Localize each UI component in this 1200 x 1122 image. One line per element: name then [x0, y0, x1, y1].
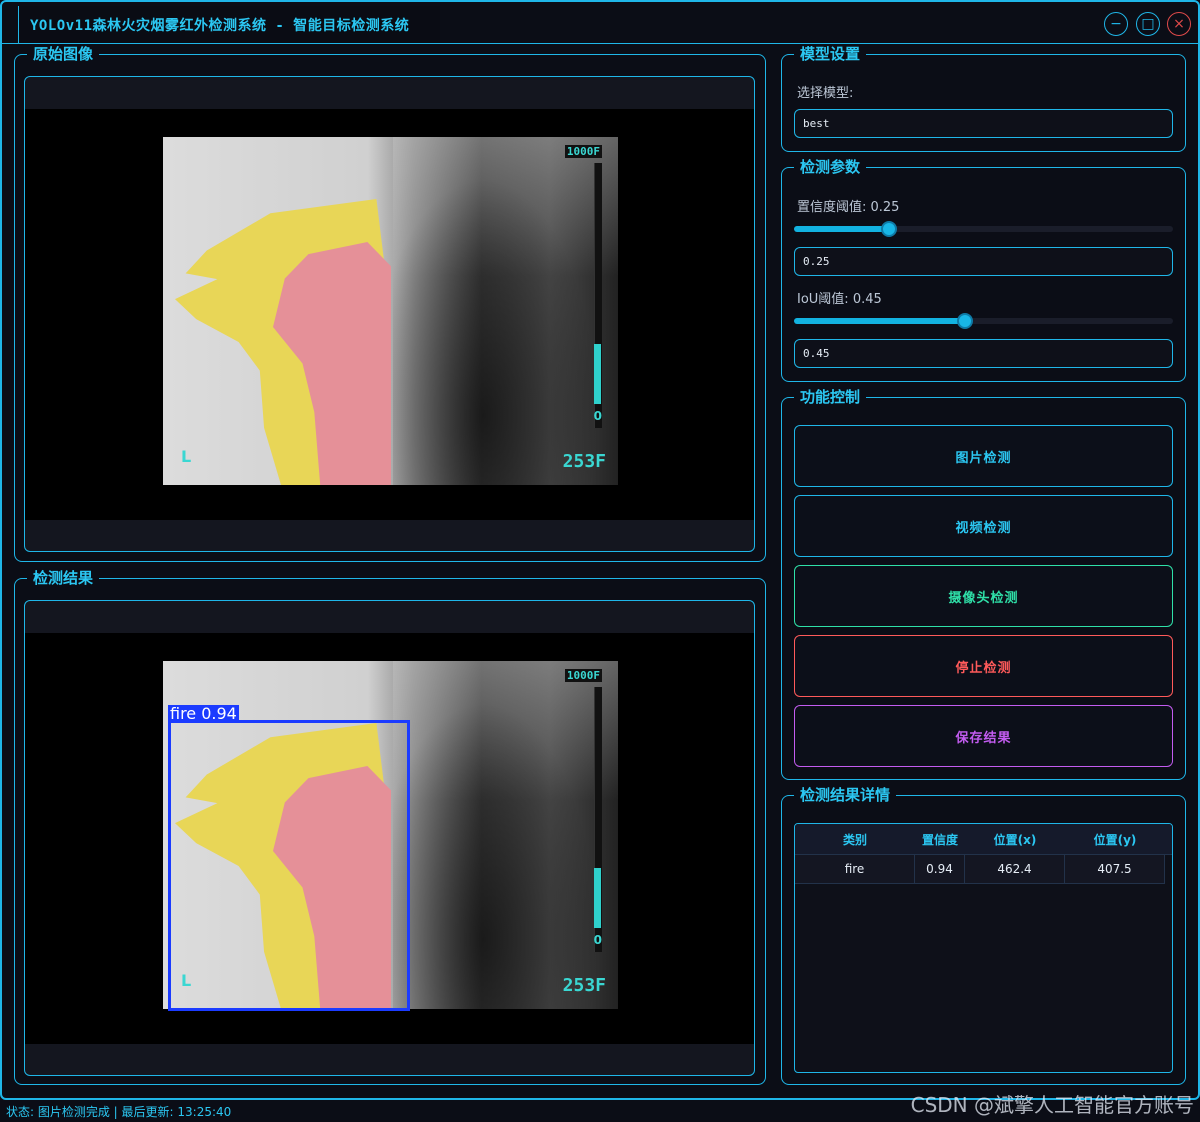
- image-detect-label: 图片检测: [955, 450, 1012, 466]
- video-detect-button[interactable]: 视频检测: [794, 495, 1173, 557]
- results-detail-title: 检测结果详情: [794, 786, 897, 804]
- model-settings-title: 模型设置: [794, 45, 867, 63]
- result-image-title: 检测结果: [27, 569, 100, 587]
- iou-slider[interactable]: [794, 313, 1173, 329]
- min-temp-label: 253F: [562, 975, 606, 996]
- corner-mark: L: [181, 447, 192, 466]
- smoke-region: [393, 137, 618, 485]
- detection-params-title: 检测参数: [794, 158, 867, 176]
- table-header: 类别 置信度 位置(x) 位置(y): [795, 824, 1172, 855]
- table-row[interactable]: fire 0.94 462.4 407.5: [795, 855, 1165, 884]
- temperature-scale-fill: [594, 344, 601, 404]
- iou-label: IoU阈值: 0.45: [797, 292, 882, 307]
- confidence-label: 置信度阈值: 0.25: [797, 200, 900, 215]
- max-temp-label: 1000F: [564, 669, 602, 682]
- confidence-input[interactable]: 0.25: [794, 247, 1173, 276]
- detection-bounding-box: [168, 720, 410, 1011]
- title-divider: [2, 43, 1200, 44]
- window-title: YOLOv11森林火灾烟雾红外检测系统 - 智能目标检测系统: [30, 18, 410, 34]
- image-detect-button[interactable]: 图片检测: [794, 425, 1173, 487]
- scale-zero-label: 0: [593, 933, 602, 947]
- save-result-button[interactable]: 保存结果: [794, 705, 1173, 767]
- original-thermal-image: 1000F 0 253F L: [163, 137, 618, 485]
- model-select[interactable]: best: [794, 109, 1173, 138]
- max-temp-label: 1000F: [564, 145, 602, 158]
- iou-input-value: 0.45: [803, 347, 830, 360]
- watermark: CSDN @斌擎人工智能官方账号: [910, 1093, 1194, 1117]
- minimize-button[interactable]: −: [1104, 12, 1128, 36]
- cell-x: 462.4: [965, 855, 1065, 883]
- confidence-slider-handle[interactable]: [881, 221, 897, 237]
- camera-detect-label: 摄像头检测: [948, 590, 1019, 606]
- original-image-frame: 1000F 0 253F L: [24, 76, 755, 552]
- temperature-scale-fill: [594, 868, 601, 928]
- min-temp-label: 253F: [562, 451, 606, 472]
- results-table[interactable]: 类别 置信度 位置(x) 位置(y) fire 0.94 462.4 407.5: [794, 823, 1173, 1073]
- video-detect-label: 视频检测: [955, 520, 1012, 536]
- stop-detect-button[interactable]: 停止检测: [794, 635, 1173, 697]
- column-header-y[interactable]: 位置(y): [1065, 824, 1165, 854]
- iou-input[interactable]: 0.45: [794, 339, 1173, 368]
- camera-detect-button[interactable]: 摄像头检测: [794, 565, 1173, 627]
- confidence-slider[interactable]: [794, 221, 1173, 237]
- original-image-title: 原始图像: [27, 45, 100, 63]
- scale-zero-label: 0: [593, 409, 602, 423]
- iou-slider-handle[interactable]: [957, 313, 973, 329]
- model-select-value: best: [803, 117, 830, 130]
- confidence-input-value: 0.25: [803, 255, 830, 268]
- column-header-confidence[interactable]: 置信度: [915, 824, 965, 854]
- smoke-region: [393, 661, 618, 1009]
- cell-class: fire: [795, 855, 915, 883]
- minimize-icon: −: [1110, 16, 1122, 32]
- maximize-icon: □: [1141, 16, 1155, 32]
- function-control-title: 功能控制: [794, 388, 867, 406]
- iou-slider-fill: [794, 318, 965, 324]
- result-image-frame: 1000F 0 253F L fire 0.94: [24, 600, 755, 1076]
- status-text: 状态: 图片检测完成 | 最后更新: 13:25:40: [6, 1104, 232, 1119]
- model-select-label: 选择模型:: [797, 86, 854, 101]
- cell-y: 407.5: [1065, 855, 1165, 883]
- detection-label: fire 0.94: [168, 704, 239, 723]
- close-button[interactable]: ×: [1167, 12, 1191, 36]
- save-result-label: 保存结果: [955, 730, 1012, 746]
- title-bar: YOLOv11森林火灾烟雾红外检测系统 - 智能目标检测系统: [18, 6, 440, 44]
- stop-detect-label: 停止检测: [955, 660, 1012, 676]
- cell-confidence: 0.94: [915, 855, 965, 883]
- close-icon: ×: [1173, 16, 1185, 32]
- maximize-button[interactable]: □: [1136, 12, 1160, 36]
- result-image-canvas: 1000F 0 253F L fire 0.94: [25, 633, 754, 1044]
- confidence-slider-fill: [794, 226, 889, 232]
- column-header-class[interactable]: 类别: [795, 824, 915, 854]
- original-image-canvas: 1000F 0 253F L: [25, 109, 754, 520]
- column-header-x[interactable]: 位置(x): [965, 824, 1065, 854]
